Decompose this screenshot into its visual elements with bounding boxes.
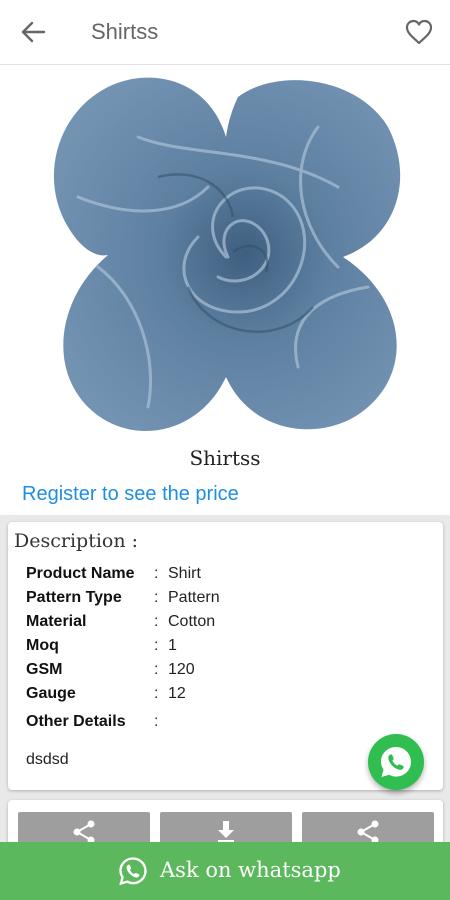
page-title: Shirtss — [91, 19, 159, 44]
spec-value: Pattern — [168, 589, 220, 606]
spec-value: 12 — [168, 685, 186, 702]
spec-row-material: Material : Cotton — [26, 611, 426, 633]
other-details-value: dsdsd — [26, 751, 69, 768]
other-details-colon: : — [154, 713, 159, 730]
register-price-link[interactable]: Register to see the price — [22, 483, 239, 506]
spec-colon: : — [154, 637, 159, 654]
spec-label: GSM — [26, 661, 63, 678]
heart-outline-icon — [405, 19, 433, 45]
spec-value: Cotton — [168, 613, 216, 630]
spec-value: 1 — [168, 637, 177, 654]
spec-colon: : — [154, 565, 159, 582]
product-image[interactable] — [38, 67, 414, 443]
spec-label: Material — [26, 613, 87, 630]
spec-value: Shirt — [168, 565, 201, 582]
ask-on-whatsapp-button[interactable]: Ask on whatsapp — [0, 842, 450, 900]
spec-row-gauge: Gauge : 12 — [26, 683, 426, 705]
spec-row-gsm: GSM : 120 — [26, 659, 426, 681]
app-bar: Shirtss — [0, 0, 450, 65]
spec-label: Gauge — [26, 685, 76, 702]
ask-on-whatsapp-label: Ask on whatsapp — [160, 858, 341, 882]
spec-row-pattern-type: Pattern Type : Pattern — [26, 587, 426, 609]
spec-row-product-name: Product Name : Shirt — [26, 563, 426, 585]
product-image-section: Shirtss Register to see the price — [0, 65, 450, 515]
favorite-button[interactable] — [404, 17, 434, 47]
other-details-label: Other Details — [26, 713, 126, 730]
spec-colon: : — [154, 589, 159, 606]
spec-colon: : — [154, 685, 159, 702]
back-button[interactable] — [18, 18, 50, 46]
whatsapp-icon — [119, 857, 147, 886]
spec-label: Product Name — [26, 565, 135, 582]
description-heading: Description : — [14, 530, 139, 552]
spec-colon: : — [154, 661, 159, 678]
product-name: Shirtss — [189, 446, 261, 470]
whatsapp-icon — [381, 747, 411, 777]
arrow-left-icon — [21, 21, 46, 43]
spec-row-moq: Moq : 1 — [26, 635, 426, 657]
whatsapp-fab-button[interactable] — [368, 734, 424, 790]
spec-colon: : — [154, 613, 159, 630]
spec-label: Moq — [26, 637, 59, 654]
spec-value: 120 — [168, 661, 195, 678]
spec-label: Pattern Type — [26, 589, 122, 606]
